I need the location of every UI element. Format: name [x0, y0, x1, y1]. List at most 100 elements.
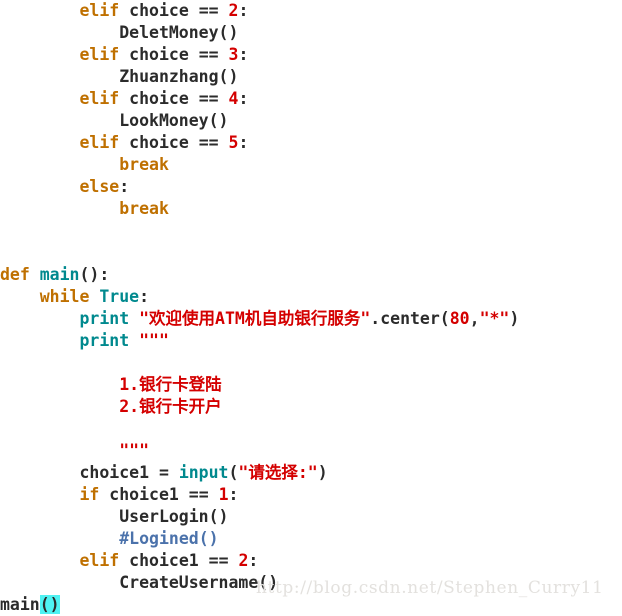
code-token-keyword: elif — [79, 133, 120, 152]
code-token-plain: main — [0, 595, 40, 614]
code-line[interactable]: DeletMoney() — [0, 22, 622, 44]
code-line[interactable]: def main(): — [0, 264, 622, 286]
code-token-keyword: def — [0, 265, 30, 284]
code-token-plain: (): — [79, 265, 110, 284]
code-line[interactable]: while True: — [0, 286, 622, 308]
code-line[interactable]: else: — [0, 176, 622, 198]
code-line[interactable]: LookMoney() — [0, 110, 622, 132]
code-line[interactable] — [0, 418, 622, 440]
code-line[interactable]: elif choice == 2: — [0, 0, 622, 22]
code-line[interactable]: elif choice1 == 2: — [0, 550, 622, 572]
code-token-builtin: print — [79, 331, 130, 350]
code-token-builtin: main — [39, 265, 80, 284]
code-token-keyword: break — [119, 199, 169, 218]
code-line[interactable]: break — [0, 198, 622, 220]
code-token-plain: choice == — [119, 45, 229, 64]
code-token-plain: Zhuanzhang() — [0, 67, 239, 86]
code-token-plain: choice == — [119, 133, 229, 152]
code-token-plain: .center( — [370, 309, 450, 328]
code-token-keyword: elif — [79, 1, 120, 20]
code-token-plain: choice == — [119, 89, 229, 108]
code-token-plain: : — [248, 551, 259, 570]
code-token-plain: DeletMoney() — [0, 23, 239, 42]
code-token-plain: choice1 == — [99, 485, 219, 504]
code-token-comment: #Logined() — [119, 529, 219, 548]
code-token-plain: choice1 = — [0, 463, 179, 482]
code-token-builtin: True — [99, 287, 140, 306]
code-line[interactable]: elif choice == 5: — [0, 132, 622, 154]
code-line[interactable]: Zhuanzhang() — [0, 66, 622, 88]
code-token-string: "请选择:" — [238, 463, 318, 482]
code-token-number: 1 — [218, 485, 229, 504]
code-token-keyword: while — [39, 287, 90, 306]
code-line[interactable]: #Logined() — [0, 528, 622, 550]
code-token-plain: LookMoney() — [0, 111, 229, 130]
code-line[interactable]: if choice1 == 1: — [0, 484, 622, 506]
code-token-plain: ( — [228, 463, 239, 482]
code-token-string: """ — [0, 441, 150, 460]
code-line[interactable] — [0, 242, 622, 264]
code-token-plain: ) — [509, 309, 520, 328]
code-line[interactable]: break — [0, 154, 622, 176]
code-token-plain: : — [228, 485, 239, 504]
code-token-keyword: elif — [79, 89, 120, 108]
code-token-keyword: elif — [79, 551, 120, 570]
code-line[interactable] — [0, 352, 622, 374]
code-token-plain: : — [119, 177, 130, 196]
code-token-plain: : — [139, 287, 150, 306]
code-line[interactable]: choice1 = input("请选择:") — [0, 462, 622, 484]
code-token-number: 80 — [449, 309, 470, 328]
code-token-plain: choice == — [119, 1, 229, 20]
watermark-text: http://blog.csdn.net/Stephen_Curry11 — [256, 578, 604, 598]
code-token-builtin: input — [178, 463, 229, 482]
code-token-string: 1.银行卡登陆 — [0, 375, 222, 394]
code-editor-view[interactable]: elif choice == 2: DeletMoney() elif choi… — [0, 0, 622, 614]
code-token-string: "欢迎使用ATM机自助银行服务" — [139, 309, 371, 328]
code-line[interactable]: elif choice == 4: — [0, 88, 622, 110]
code-token-plain: UserLogin() — [0, 507, 229, 526]
code-token-plain: ) — [317, 463, 328, 482]
code-token-keyword: elif — [79, 45, 120, 64]
code-line[interactable]: print """ — [0, 330, 622, 352]
code-token-plain: : — [238, 45, 249, 64]
code-token-plain: CreateUsername() — [0, 573, 279, 592]
code-token-string: "*" — [479, 309, 510, 328]
code-token-number: 4 — [228, 89, 239, 108]
code-token-number: 2 — [228, 1, 239, 20]
code-line[interactable]: elif choice == 3: — [0, 44, 622, 66]
code-token-string: """ — [139, 331, 169, 350]
code-token-keyword: else — [79, 177, 120, 196]
code-token-plain: : — [238, 89, 249, 108]
code-token-number: 5 — [228, 133, 239, 152]
code-line[interactable]: UserLogin() — [0, 506, 622, 528]
code-line[interactable]: 2.银行卡开户 — [0, 396, 622, 418]
code-token-string: 2.银行卡开户 — [0, 397, 222, 416]
code-token-highlight: () — [39, 595, 60, 614]
code-token-builtin: print — [79, 309, 130, 328]
code-line[interactable]: print "欢迎使用ATM机自助银行服务".center(80,"*") — [0, 308, 622, 330]
code-token-plain: , — [469, 309, 480, 328]
code-token-keyword: break — [119, 155, 169, 174]
code-line[interactable]: """ — [0, 440, 622, 462]
code-line[interactable]: 1.银行卡登陆 — [0, 374, 622, 396]
code-line[interactable] — [0, 220, 622, 242]
code-lines-container[interactable]: elif choice == 2: DeletMoney() elif choi… — [0, 0, 622, 616]
code-token-plain: : — [238, 1, 249, 20]
